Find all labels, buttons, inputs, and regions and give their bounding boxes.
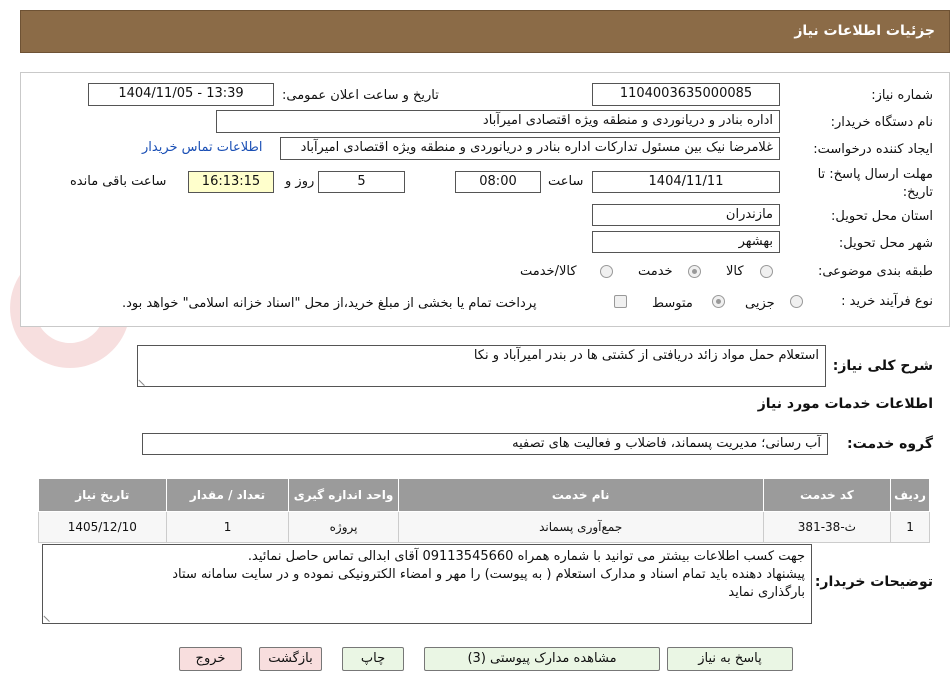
payment-note: پرداخت تمام یا بخشی از مبلغ خرید،از محل …: [122, 296, 537, 311]
remaining-time-field: 16:13:15: [188, 171, 274, 193]
need-number-label: شماره نیاز:: [871, 88, 933, 103]
print-button[interactable]: چاپ: [342, 647, 404, 671]
remaining-label: ساعت باقی مانده: [70, 174, 167, 189]
deadline-time-label: ساعت: [548, 174, 584, 189]
creator-field[interactable]: غلامرضا نیک بین مسئول تدارکات اداره بناد…: [280, 137, 780, 160]
province-field[interactable]: مازندران: [592, 204, 780, 226]
page-header: جزئیات اطلاعات نیاز: [20, 10, 950, 53]
announce-field[interactable]: 1404/11/05 - 13:39: [88, 83, 274, 106]
cell-need-date: 1405/12/10: [38, 511, 167, 543]
buyer-org-label: نام دستگاه خریدار:: [830, 115, 933, 130]
category-radio-service[interactable]: [688, 265, 701, 278]
days-field[interactable]: 5: [318, 171, 405, 193]
creator-label: ایجاد کننده درخواست:: [813, 142, 933, 157]
province-label: استان محل تحویل:: [831, 209, 933, 224]
col-quantity: تعداد / مقدار: [165, 478, 290, 512]
city-label: شهر محل تحویل:: [838, 236, 933, 251]
buyer-notes-textarea[interactable]: جهت کسب اطلاعات بیشتر می توانید با شماره…: [42, 544, 812, 624]
cell-row: 1: [890, 511, 930, 543]
deadline-time-field[interactable]: 08:00: [455, 171, 541, 193]
service-group-label: گروه خدمت:: [847, 436, 933, 452]
announce-label: تاریخ و ساعت اعلان عمومی:: [282, 88, 439, 103]
process-medium-label: متوسط: [652, 296, 693, 311]
category-goods-label: کالا: [726, 264, 744, 279]
col-service-name: نام خدمت: [397, 478, 764, 512]
attachments-button[interactable]: مشاهده مدارک پیوستی (3): [424, 647, 660, 671]
summary-label: شرح کلی نیاز:: [832, 358, 933, 374]
process-minor-label: جزیی: [745, 296, 775, 311]
cell-unit: پروژه: [288, 511, 399, 543]
exit-button[interactable]: خروج: [179, 647, 242, 671]
category-goods-service-label: کالا/خدمت: [520, 264, 577, 279]
services-title: اطلاعات خدمات مورد نیاز: [757, 396, 933, 412]
table-header-row: تاریخ نیاز تعداد / مقدار واحد اندازه گیر…: [38, 478, 930, 512]
reply-button[interactable]: پاسخ به نیاز: [667, 647, 793, 671]
buyer-notes-line2: پیشنهاد دهنده باید تمام اسناد و مدارک اس…: [172, 567, 805, 582]
buyer-notes-line1: جهت کسب اطلاعات بیشتر می توانید با شماره…: [247, 549, 805, 564]
cell-service-name: جمع‌آوری پسماند: [397, 511, 764, 543]
table-row[interactable]: 1405/12/10 1 پروژه جمع‌آوری پسماند ث-38-…: [38, 511, 930, 543]
process-radio-minor[interactable]: [790, 295, 803, 308]
summary-textarea[interactable]: استعلام حمل مواد زائد دریافتی از کشتی ها…: [137, 345, 826, 387]
col-unit: واحد اندازه گیری: [288, 478, 399, 512]
days-label: روز و: [285, 174, 315, 189]
contact-info-link[interactable]: اطلاعات تماس خریدار: [142, 140, 262, 155]
services-table: تاریخ نیاز تعداد / مقدار واحد اندازه گیر…: [38, 478, 930, 543]
treasury-checkbox[interactable]: [614, 295, 627, 308]
deadline-date-field[interactable]: 1404/11/11: [592, 171, 780, 193]
cell-quantity: 1: [165, 511, 290, 543]
category-service-label: خدمت: [638, 264, 673, 279]
category-radio-goods-service[interactable]: [600, 265, 613, 278]
city-field[interactable]: بهشهر: [592, 231, 780, 253]
process-label: نوع فرآیند خرید :: [841, 294, 933, 309]
page-title: جزئیات اطلاعات نیاز: [794, 23, 935, 39]
category-label: طبقه بندی موضوعی:: [817, 264, 933, 279]
col-row: ردیف: [890, 478, 930, 512]
col-need-date: تاریخ نیاز: [38, 478, 167, 512]
service-group-field[interactable]: آب رسانی؛ مدیریت پسماند، فاضلاب و فعالیت…: [142, 433, 828, 455]
buyer-notes-label: توضیحات خریدار:: [814, 574, 933, 590]
need-number-field[interactable]: 1104003635000085: [592, 83, 780, 106]
cell-service-code: ث-38-381: [762, 511, 892, 543]
process-radio-medium[interactable]: [712, 295, 725, 308]
deadline-label: مهلت ارسال پاسخ: تا تاریخ:: [817, 167, 933, 200]
buyer-notes-line3: بارگذاری نماید: [728, 585, 805, 600]
back-button[interactable]: بازگشت: [259, 647, 322, 671]
col-service-code: کد خدمت: [762, 478, 892, 512]
buyer-org-field[interactable]: اداره بنادر و دریانوردی و منطقه ویژه اقت…: [216, 110, 780, 133]
category-radio-goods[interactable]: [760, 265, 773, 278]
